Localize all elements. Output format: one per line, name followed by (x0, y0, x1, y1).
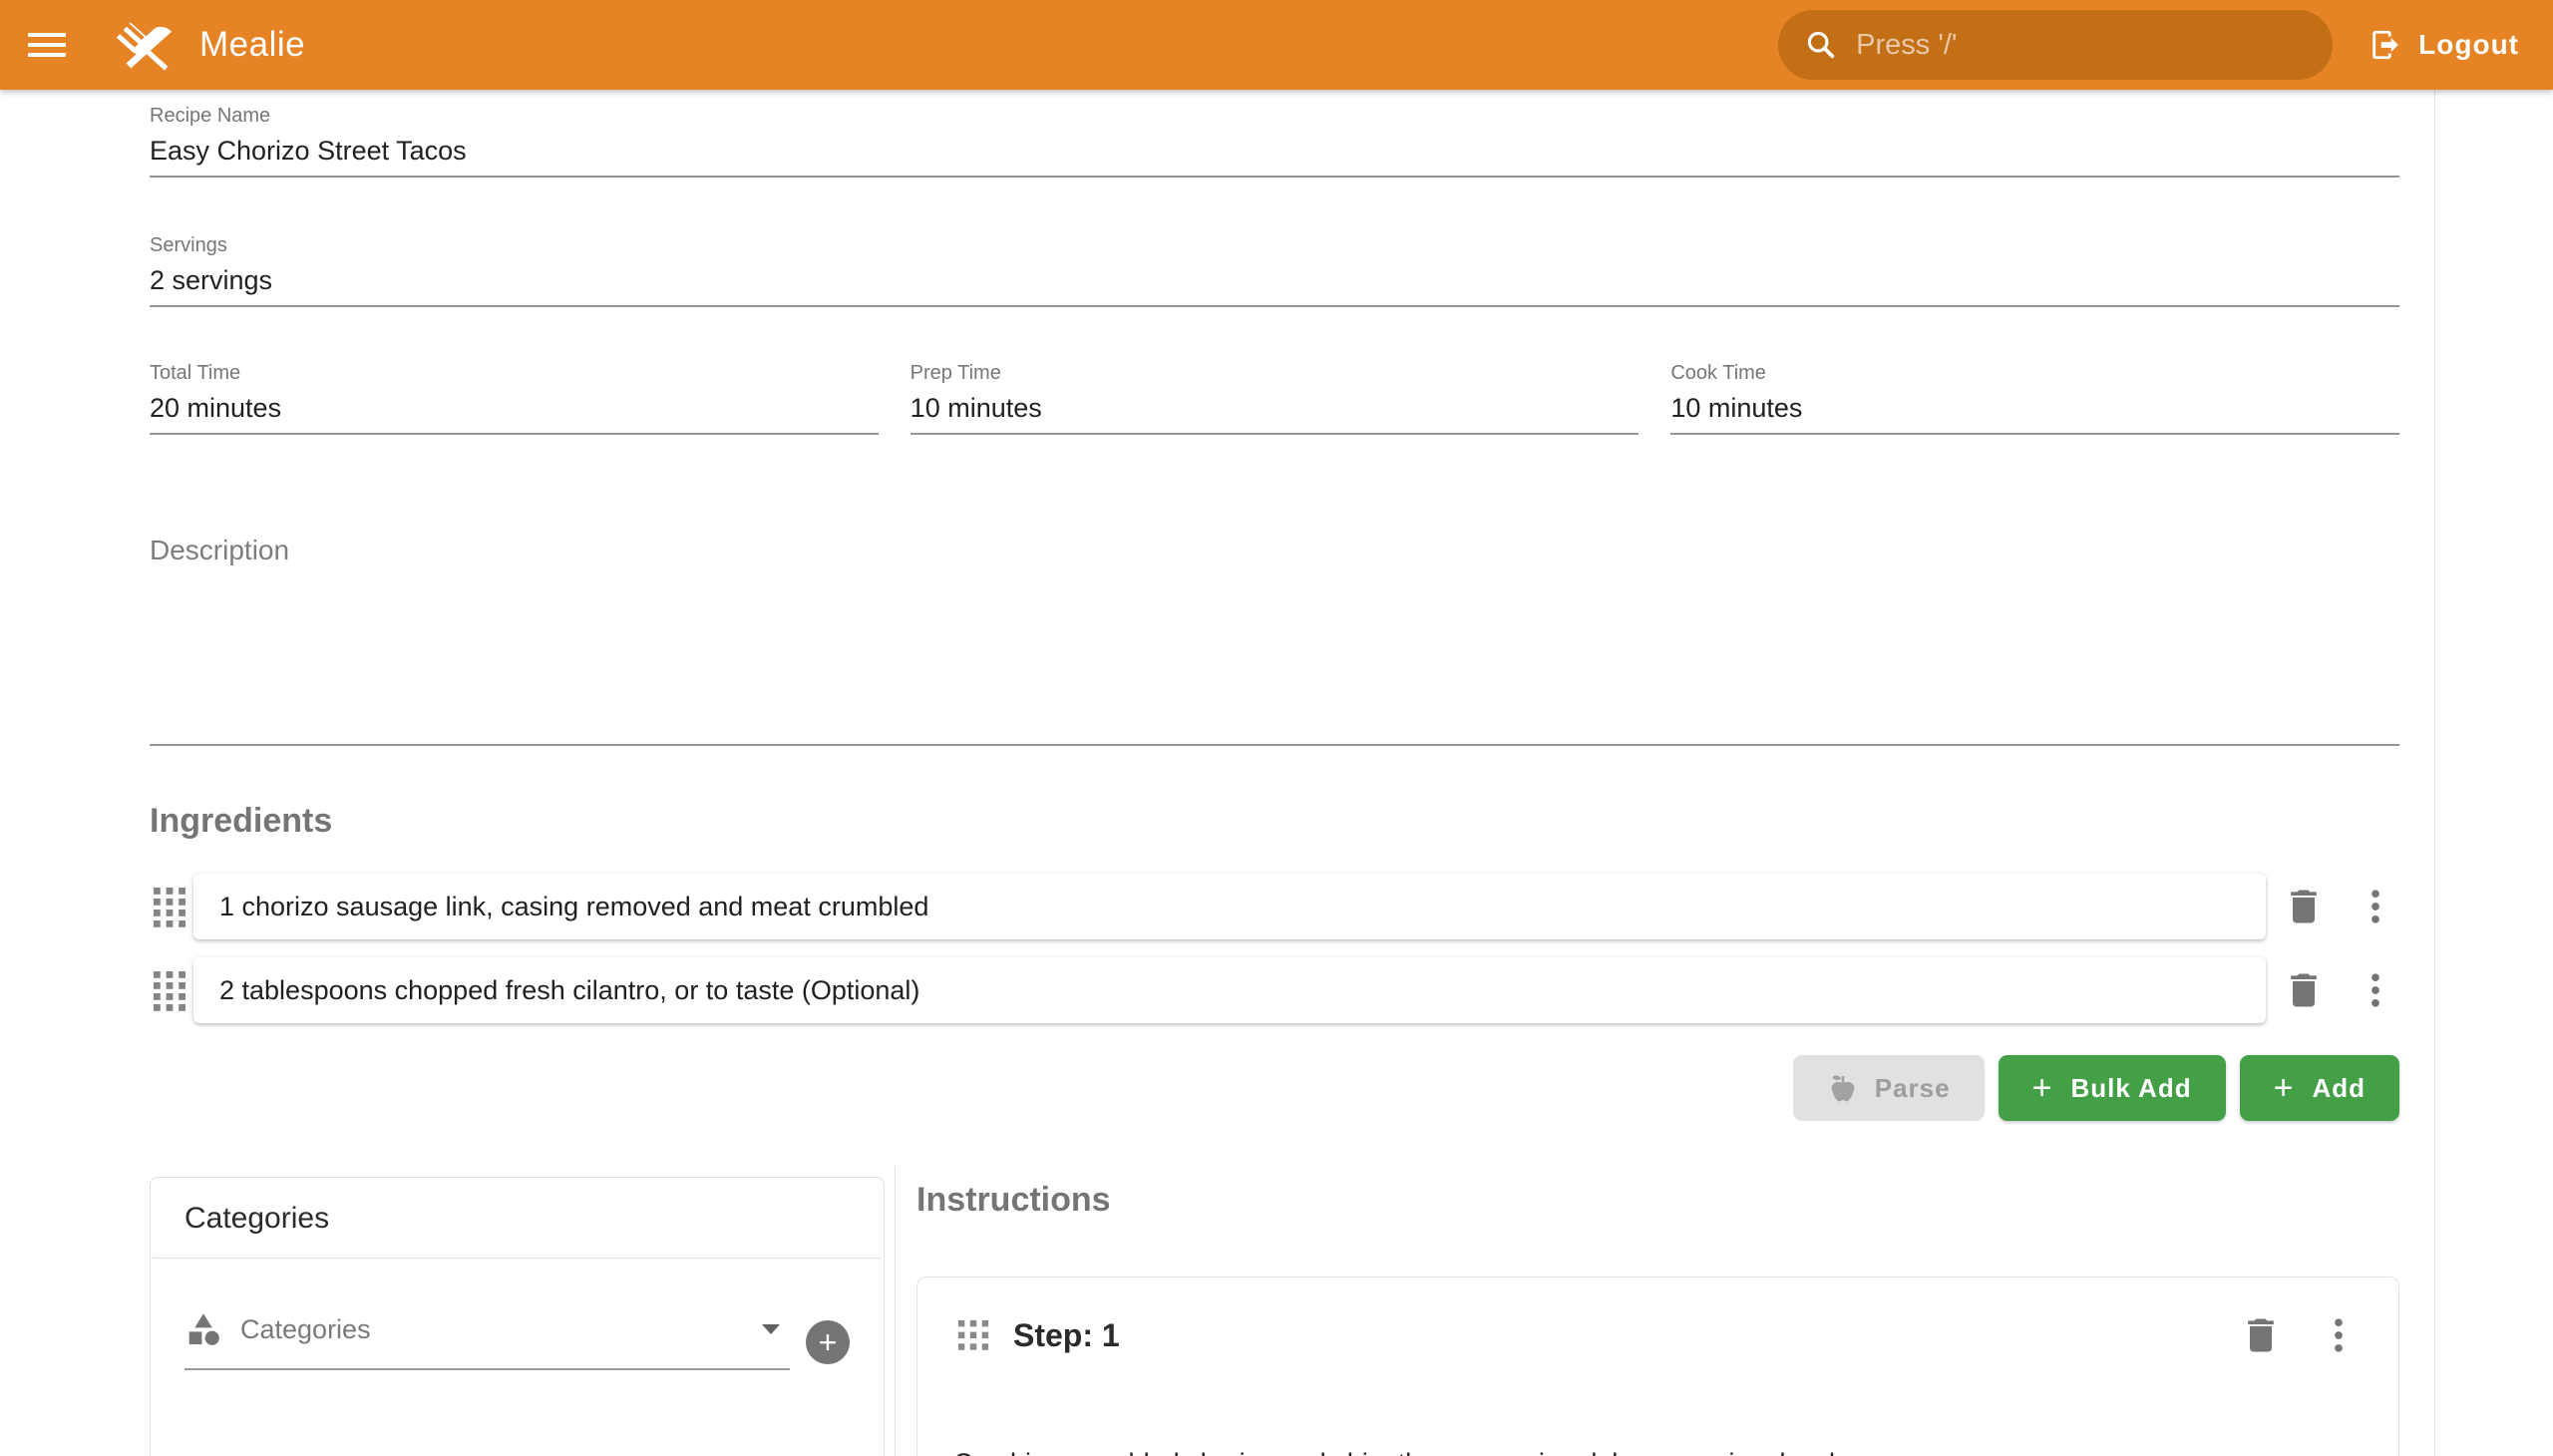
recipe-name-input[interactable] (150, 134, 2399, 168)
kebab-menu-icon (2354, 885, 2397, 928)
app-header: Mealie Logout (0, 0, 2553, 90)
total-time-input[interactable] (150, 391, 879, 425)
instructions-column: Instructions Step: 1 (896, 1167, 2399, 1456)
trash-icon (2282, 968, 2326, 1012)
search-box[interactable] (1778, 10, 2333, 80)
cook-time-input[interactable] (1670, 391, 2399, 425)
ingredient-card (193, 874, 2266, 939)
plus-icon: + (819, 1326, 838, 1358)
instructions-section-title: Instructions (916, 1179, 2399, 1221)
categories-card: Categories Categories + (150, 1177, 885, 1456)
servings-input[interactable] (150, 263, 2399, 297)
categories-select[interactable]: Categories (184, 1310, 790, 1370)
description-label: Description (150, 533, 2399, 568)
apple-icon (1827, 1072, 1859, 1104)
trash-icon (2239, 1313, 2283, 1357)
step-header: Step: 1 (953, 1311, 2363, 1359)
plus-icon: + (2032, 1071, 2053, 1105)
ingredients-list (150, 874, 2399, 1023)
ingredient-input[interactable] (219, 975, 2240, 1006)
recipe-name-field: Recipe Name (150, 104, 2399, 178)
ingredient-card (193, 957, 2266, 1023)
kebab-menu-icon (2317, 1313, 2361, 1357)
search-icon (1804, 28, 1838, 62)
categories-card-title: Categories (151, 1178, 884, 1258)
bulk-add-label: Bulk Add (2070, 1073, 2191, 1104)
recipe-name-label: Recipe Name (150, 104, 2399, 128)
prep-time-input[interactable] (911, 391, 1640, 425)
menu-icon[interactable] (28, 21, 76, 69)
add-ingredient-button[interactable]: + Add (2240, 1055, 2399, 1121)
description-field[interactable]: Description (150, 533, 2399, 746)
step-card: Step: 1 Combine crumbled chorizo and chi… (916, 1276, 2399, 1456)
search-input[interactable] (1856, 29, 2307, 62)
ingredient-menu-button[interactable] (2352, 883, 2399, 930)
total-time-label: Total Time (150, 361, 879, 385)
prep-time-label: Prep Time (911, 361, 1640, 385)
trash-icon (2282, 885, 2326, 928)
kebab-menu-icon (2354, 968, 2397, 1012)
categories-column: Categories Categories + (150, 1167, 885, 1456)
logout-icon (2369, 28, 2402, 62)
bottom-section: Categories Categories + (150, 1167, 2399, 1456)
step-menu-button[interactable] (2315, 1311, 2363, 1359)
app-title: Mealie (199, 25, 305, 65)
ingredient-row (150, 957, 2399, 1023)
mealie-logo-icon (114, 12, 180, 78)
recipe-editor: Recipe Name Servings Total Time Prep Tim… (0, 90, 2553, 1456)
plus-icon: + (2274, 1071, 2295, 1105)
add-category-button[interactable]: + (806, 1320, 850, 1364)
logout-button[interactable]: Logout (2369, 28, 2519, 62)
times-row: Total Time Prep Time Cook Time (150, 361, 2399, 435)
categories-select-row: Categories + (184, 1310, 850, 1370)
servings-label: Servings (150, 233, 2399, 257)
ingredient-actions: Parse + Bulk Add + Add (150, 1055, 2399, 1121)
bulk-add-button[interactable]: + Bulk Add (1999, 1055, 2226, 1121)
logout-label: Logout (2418, 29, 2519, 61)
description-textarea[interactable] (150, 568, 2399, 746)
categories-select-label: Categories (240, 1314, 762, 1345)
ingredient-menu-button[interactable] (2352, 966, 2399, 1014)
ingredient-row (150, 874, 2399, 939)
cook-time-label: Cook Time (1670, 361, 2399, 385)
drag-handle-icon[interactable] (150, 967, 189, 1013)
chevron-down-icon (762, 1324, 780, 1334)
parse-button[interactable]: Parse (1793, 1055, 1985, 1121)
prep-time-field: Prep Time (911, 361, 1640, 435)
cook-time-field: Cook Time (1670, 361, 2399, 435)
total-time-field: Total Time (150, 361, 879, 435)
step-instruction-text[interactable]: Combine crumbled chorizo and chipotle pe… (953, 1445, 2363, 1456)
shapes-icon (184, 1310, 222, 1348)
ingredients-section-title: Ingredients (150, 800, 2399, 842)
drag-handle-icon[interactable] (150, 884, 189, 929)
parse-label: Parse (1875, 1073, 1951, 1104)
servings-field: Servings (150, 233, 2399, 307)
add-label: Add (2312, 1073, 2366, 1104)
delete-step-button[interactable] (2237, 1311, 2285, 1359)
delete-ingredient-button[interactable] (2280, 883, 2328, 930)
ingredient-input[interactable] (219, 892, 2240, 922)
categories-divider (153, 1258, 882, 1259)
drag-handle-icon[interactable] (953, 1315, 993, 1355)
step-title: Step: 1 (1013, 1317, 2237, 1354)
delete-ingredient-button[interactable] (2280, 966, 2328, 1014)
